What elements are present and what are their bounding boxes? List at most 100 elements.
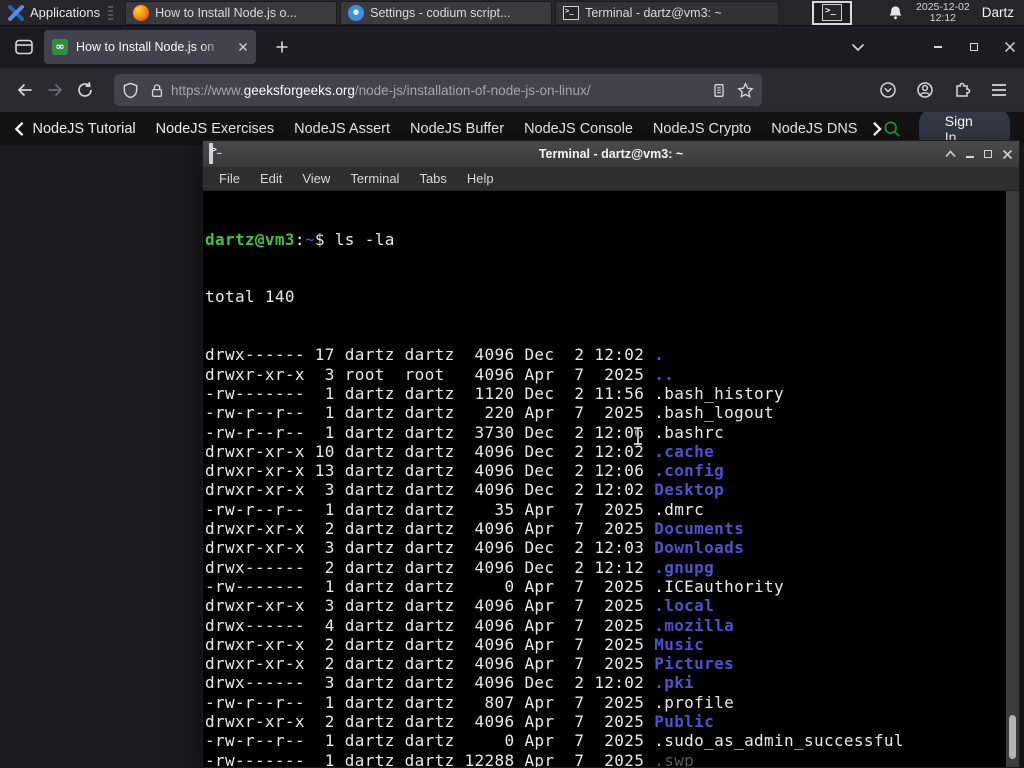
- terminal-output-line: drwxr-xr-x 2 dartz dartz 4096 Apr 7 2025…: [205, 712, 715, 732]
- terminal-window: Terminal - dartz@vm3: ~ FileEditViewTerm…: [202, 140, 1020, 768]
- clock-date: 2025-12-02: [916, 0, 970, 13]
- tab-title: How to Install Node.js on: [76, 40, 215, 54]
- nav-item-nodejs-exercises[interactable]: NodeJS Exercises: [156, 121, 274, 137]
- nav-item-nodejs-assert[interactable]: NodeJS Assert: [294, 121, 390, 137]
- taskbar-button[interactable]: How to Install Node.js o...: [125, 0, 338, 25]
- terminal-menu-view[interactable]: View: [292, 171, 340, 186]
- file-name: Pictures: [654, 654, 735, 674]
- nav-item-nodejs-crypto[interactable]: NodeJS Crypto: [653, 121, 751, 137]
- prompt-path: ~: [304, 229, 315, 249]
- url-text[interactable]: https://www.geeksforgeeks.org/node-js/in…: [171, 83, 711, 98]
- browser-tab-bar: ∞ How to Install Node.js on: [0, 26, 1024, 68]
- maximize-window-icon[interactable]: [984, 150, 992, 158]
- window-minimize-button[interactable]: [924, 33, 952, 61]
- prompt-user-host: dartz@vm3: [205, 229, 295, 249]
- bookmark-star-icon[interactable]: [737, 81, 754, 99]
- firefox-icon: [133, 4, 150, 21]
- url-bar[interactable]: https://www.geeksforgeeks.org/node-js/in…: [114, 74, 762, 106]
- back-button[interactable]: [10, 75, 40, 105]
- file-name: Documents: [654, 519, 745, 539]
- shade-window-icon[interactable]: [945, 150, 956, 158]
- file-name: .config: [654, 461, 725, 481]
- tracking-protection-shield-icon[interactable]: [122, 82, 139, 99]
- applications-menu-icon: [8, 4, 24, 21]
- nav-item-nodejs-dns[interactable]: NodeJS DNS: [771, 121, 857, 137]
- file-name: Downloads: [654, 538, 745, 558]
- terminal-scrollbar[interactable]: [1006, 191, 1019, 767]
- file-name: Music: [654, 634, 705, 654]
- mouse-ibeam-cursor: [634, 426, 642, 446]
- url-path: /node-js/installation-of-node-js-on-linu…: [354, 82, 591, 98]
- terminal-output-line: -rw-r--r-- 1 dartz dartz 0 Apr 7 2025 .s…: [205, 731, 904, 751]
- new-tab-button[interactable]: [268, 33, 296, 61]
- tray-terminal-icon[interactable]: [812, 0, 853, 25]
- terminal-output-line: -rw------- 1 dartz dartz 12288 Apr 7 202…: [205, 751, 1019, 767]
- window-close-button[interactable]: [996, 33, 1024, 61]
- terminal-menu-bar: File Edit View Terminal Tabs Help: [203, 167, 1019, 191]
- terminal-menu-file[interactable]: File: [203, 171, 250, 186]
- terminal-output-line: drwx------ 4 dartz dartz 4096 Apr 7 2025…: [205, 615, 735, 635]
- applications-menu[interactable]: Applications: [0, 0, 121, 25]
- file-name: .profile: [654, 692, 735, 712]
- terminal-output-line: drwxr-xr-x 13 dartz dartz 4096 Dec 2 12:…: [205, 461, 725, 481]
- terminal-icon: [822, 4, 843, 21]
- nav-item-nodejs-tutorial[interactable]: NodeJS Tutorial: [32, 121, 135, 137]
- window-task-list: How to Install Node.js o... Settings - co…: [125, 0, 782, 25]
- list-all-tabs-button[interactable]: [844, 33, 872, 61]
- window-maximize-button[interactable]: [960, 33, 988, 61]
- nav-item-nodejs-console[interactable]: NodeJS Console: [524, 121, 633, 137]
- extensions-icon[interactable]: [947, 75, 977, 105]
- taskbar-button[interactable]: Settings - codium script...: [340, 0, 553, 25]
- file-name: .: [654, 345, 665, 365]
- file-name: .pki: [654, 673, 695, 693]
- reload-button[interactable]: [70, 75, 100, 105]
- nav-item-nodejs-buffer[interactable]: NodeJS Buffer: [410, 121, 504, 137]
- terminal-menu-tabs[interactable]: Tabs: [409, 171, 456, 186]
- file-name: .sudo_as_admin_successful: [654, 731, 904, 751]
- applications-menu-label: Applications: [30, 5, 101, 20]
- account-icon[interactable]: [910, 75, 940, 105]
- terminal-output-line: drwxr-xr-x 3 root root 4096 Apr 7 2025 .…: [205, 364, 675, 384]
- clock-time: 12:12: [929, 11, 957, 24]
- terminal-menu-edit[interactable]: Edit: [250, 171, 292, 186]
- panel-clock[interactable]: 2025-12-02 12:12: [916, 0, 970, 24]
- terminal-output-line: drwx------ 3 dartz dartz 4096 Dec 2 12:0…: [205, 673, 695, 693]
- close-window-icon[interactable]: [1002, 149, 1013, 160]
- panel-status-area: 2025-12-02 12:12 Dartz: [887, 0, 1024, 25]
- terminal-prompt-line: dartz@vm3:~$ ls -la: [205, 229, 395, 249]
- terminal-window-icon: [209, 143, 213, 164]
- terminal-menu-help[interactable]: Help: [457, 171, 504, 186]
- scrollbar-thumb[interactable]: [1009, 715, 1016, 759]
- nav-scroll-left-icon[interactable]: [14, 121, 24, 137]
- codium-icon: [348, 4, 365, 21]
- terminal-output-line: drwxr-xr-x 3 dartz dartz 4096 Dec 2 12:0…: [205, 538, 745, 558]
- terminal-output-line: drwxr-xr-x 2 dartz dartz 4096 Apr 7 2025…: [205, 634, 705, 654]
- reader-view-icon[interactable]: [711, 82, 727, 99]
- firefox-view-icon[interactable]: [14, 38, 34, 56]
- pocket-icon[interactable]: [873, 75, 903, 105]
- tab-close-icon[interactable]: [238, 42, 248, 52]
- forward-button[interactable]: [40, 75, 70, 105]
- file-name: .local: [654, 596, 715, 616]
- file-name: .swp: [654, 750, 695, 767]
- taskbar-button[interactable]: Terminal - dartz@vm3: ~: [555, 0, 780, 25]
- terminal-total-line: total 140: [205, 287, 295, 307]
- file-name: .bash_history: [654, 383, 785, 403]
- terminal-output-line: -rw-r--r-- 1 dartz dartz 220 Apr 7 2025 …: [205, 403, 775, 423]
- file-name: .dmrc: [654, 499, 705, 519]
- terminal-title-bar[interactable]: Terminal - dartz@vm3: ~: [203, 141, 1019, 167]
- notification-bell-icon[interactable]: [887, 4, 904, 21]
- minimize-window-icon[interactable]: [966, 156, 974, 158]
- search-icon[interactable]: [883, 119, 901, 139]
- browser-tab[interactable]: ∞ How to Install Node.js on: [44, 30, 256, 64]
- menu-hamburger-icon[interactable]: [984, 75, 1014, 105]
- lock-icon[interactable]: [149, 82, 165, 99]
- terminal-content[interactable]: dartz@vm3:~$ ls -la total 140 drwx------…: [203, 191, 1019, 767]
- terminal-listing: drwx------ 17 dartz dartz 4096 Dec 2 12:…: [205, 345, 1019, 767]
- panel-user-name[interactable]: Dartz: [982, 5, 1014, 20]
- file-name: .bash_logout: [654, 403, 775, 423]
- terminal-output-line: -rw-r--r-- 1 dartz dartz 807 Apr 7 2025 …: [205, 692, 735, 712]
- nav-scroll-right-icon[interactable]: [872, 121, 882, 137]
- terminal-output-line: drwx------ 2 dartz dartz 4096 Dec 2 12:1…: [205, 557, 715, 577]
- terminal-menu-terminal[interactable]: Terminal: [340, 171, 409, 186]
